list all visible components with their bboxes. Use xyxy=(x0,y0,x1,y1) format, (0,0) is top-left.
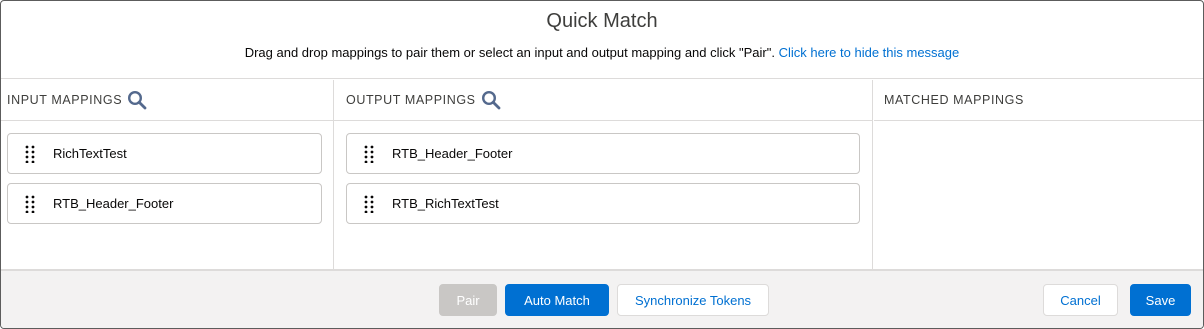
search-icon[interactable] xyxy=(127,90,147,110)
instruction-message: Drag and drop mappings to pair them or s… xyxy=(1,45,1203,60)
drag-handle-icon[interactable] xyxy=(364,145,374,163)
mapping-label: RichTextTest xyxy=(53,146,127,161)
output-mappings-title: OUTPUT MAPPINGS xyxy=(346,93,476,107)
modal-header: Quick Match Drag and drop mappings to pa… xyxy=(1,1,1203,79)
drag-handle-icon[interactable] xyxy=(25,145,35,163)
mapping-label: RTB_Header_Footer xyxy=(53,196,174,211)
quick-match-modal: Quick Match Drag and drop mappings to pa… xyxy=(0,0,1204,329)
save-button[interactable]: Save xyxy=(1130,284,1191,316)
mapping-columns: INPUT MAPPINGS RichTextTest RTB_Header_F… xyxy=(1,80,1203,269)
input-mappings-column: INPUT MAPPINGS RichTextTest RTB_Header_F… xyxy=(1,80,334,269)
instruction-text: Drag and drop mappings to pair them or s… xyxy=(244,45,775,60)
modal-footer: Pair Auto Match Synchronize Tokens Cance… xyxy=(1,269,1203,328)
matched-mappings-title: MATCHED MAPPINGS xyxy=(884,93,1024,107)
input-mappings-title: INPUT MAPPINGS xyxy=(7,93,123,107)
input-mapping-item[interactable]: RichTextTest xyxy=(7,133,322,174)
cancel-button[interactable]: Cancel xyxy=(1043,284,1118,316)
drag-handle-icon[interactable] xyxy=(364,195,374,213)
pair-button[interactable]: Pair xyxy=(439,284,497,316)
matched-mappings-header: MATCHED MAPPINGS xyxy=(874,80,1203,121)
auto-match-button[interactable]: Auto Match xyxy=(505,284,609,316)
matched-mappings-column[interactable]: MATCHED MAPPINGS xyxy=(874,80,1203,269)
search-icon[interactable] xyxy=(481,90,501,110)
output-mappings-header: OUTPUT MAPPINGS xyxy=(334,80,872,121)
synchronize-tokens-button[interactable]: Synchronize Tokens xyxy=(617,284,769,316)
modal-title: Quick Match xyxy=(546,10,658,32)
input-mapping-item[interactable]: RTB_Header_Footer xyxy=(7,183,322,224)
output-mapping-item[interactable]: RTB_Header_Footer xyxy=(346,133,860,174)
mapping-label: RTB_Header_Footer xyxy=(392,146,513,161)
output-mappings-column: OUTPUT MAPPINGS RTB_Header_Footer RTB_Ri… xyxy=(334,80,873,269)
mapping-label: RTB_RichTextTest xyxy=(392,196,499,211)
hide-message-link[interactable]: Click here to hide this message xyxy=(779,45,960,60)
output-mapping-item[interactable]: RTB_RichTextTest xyxy=(346,183,860,224)
input-mappings-header: INPUT MAPPINGS xyxy=(1,80,333,121)
drag-handle-icon[interactable] xyxy=(25,195,35,213)
